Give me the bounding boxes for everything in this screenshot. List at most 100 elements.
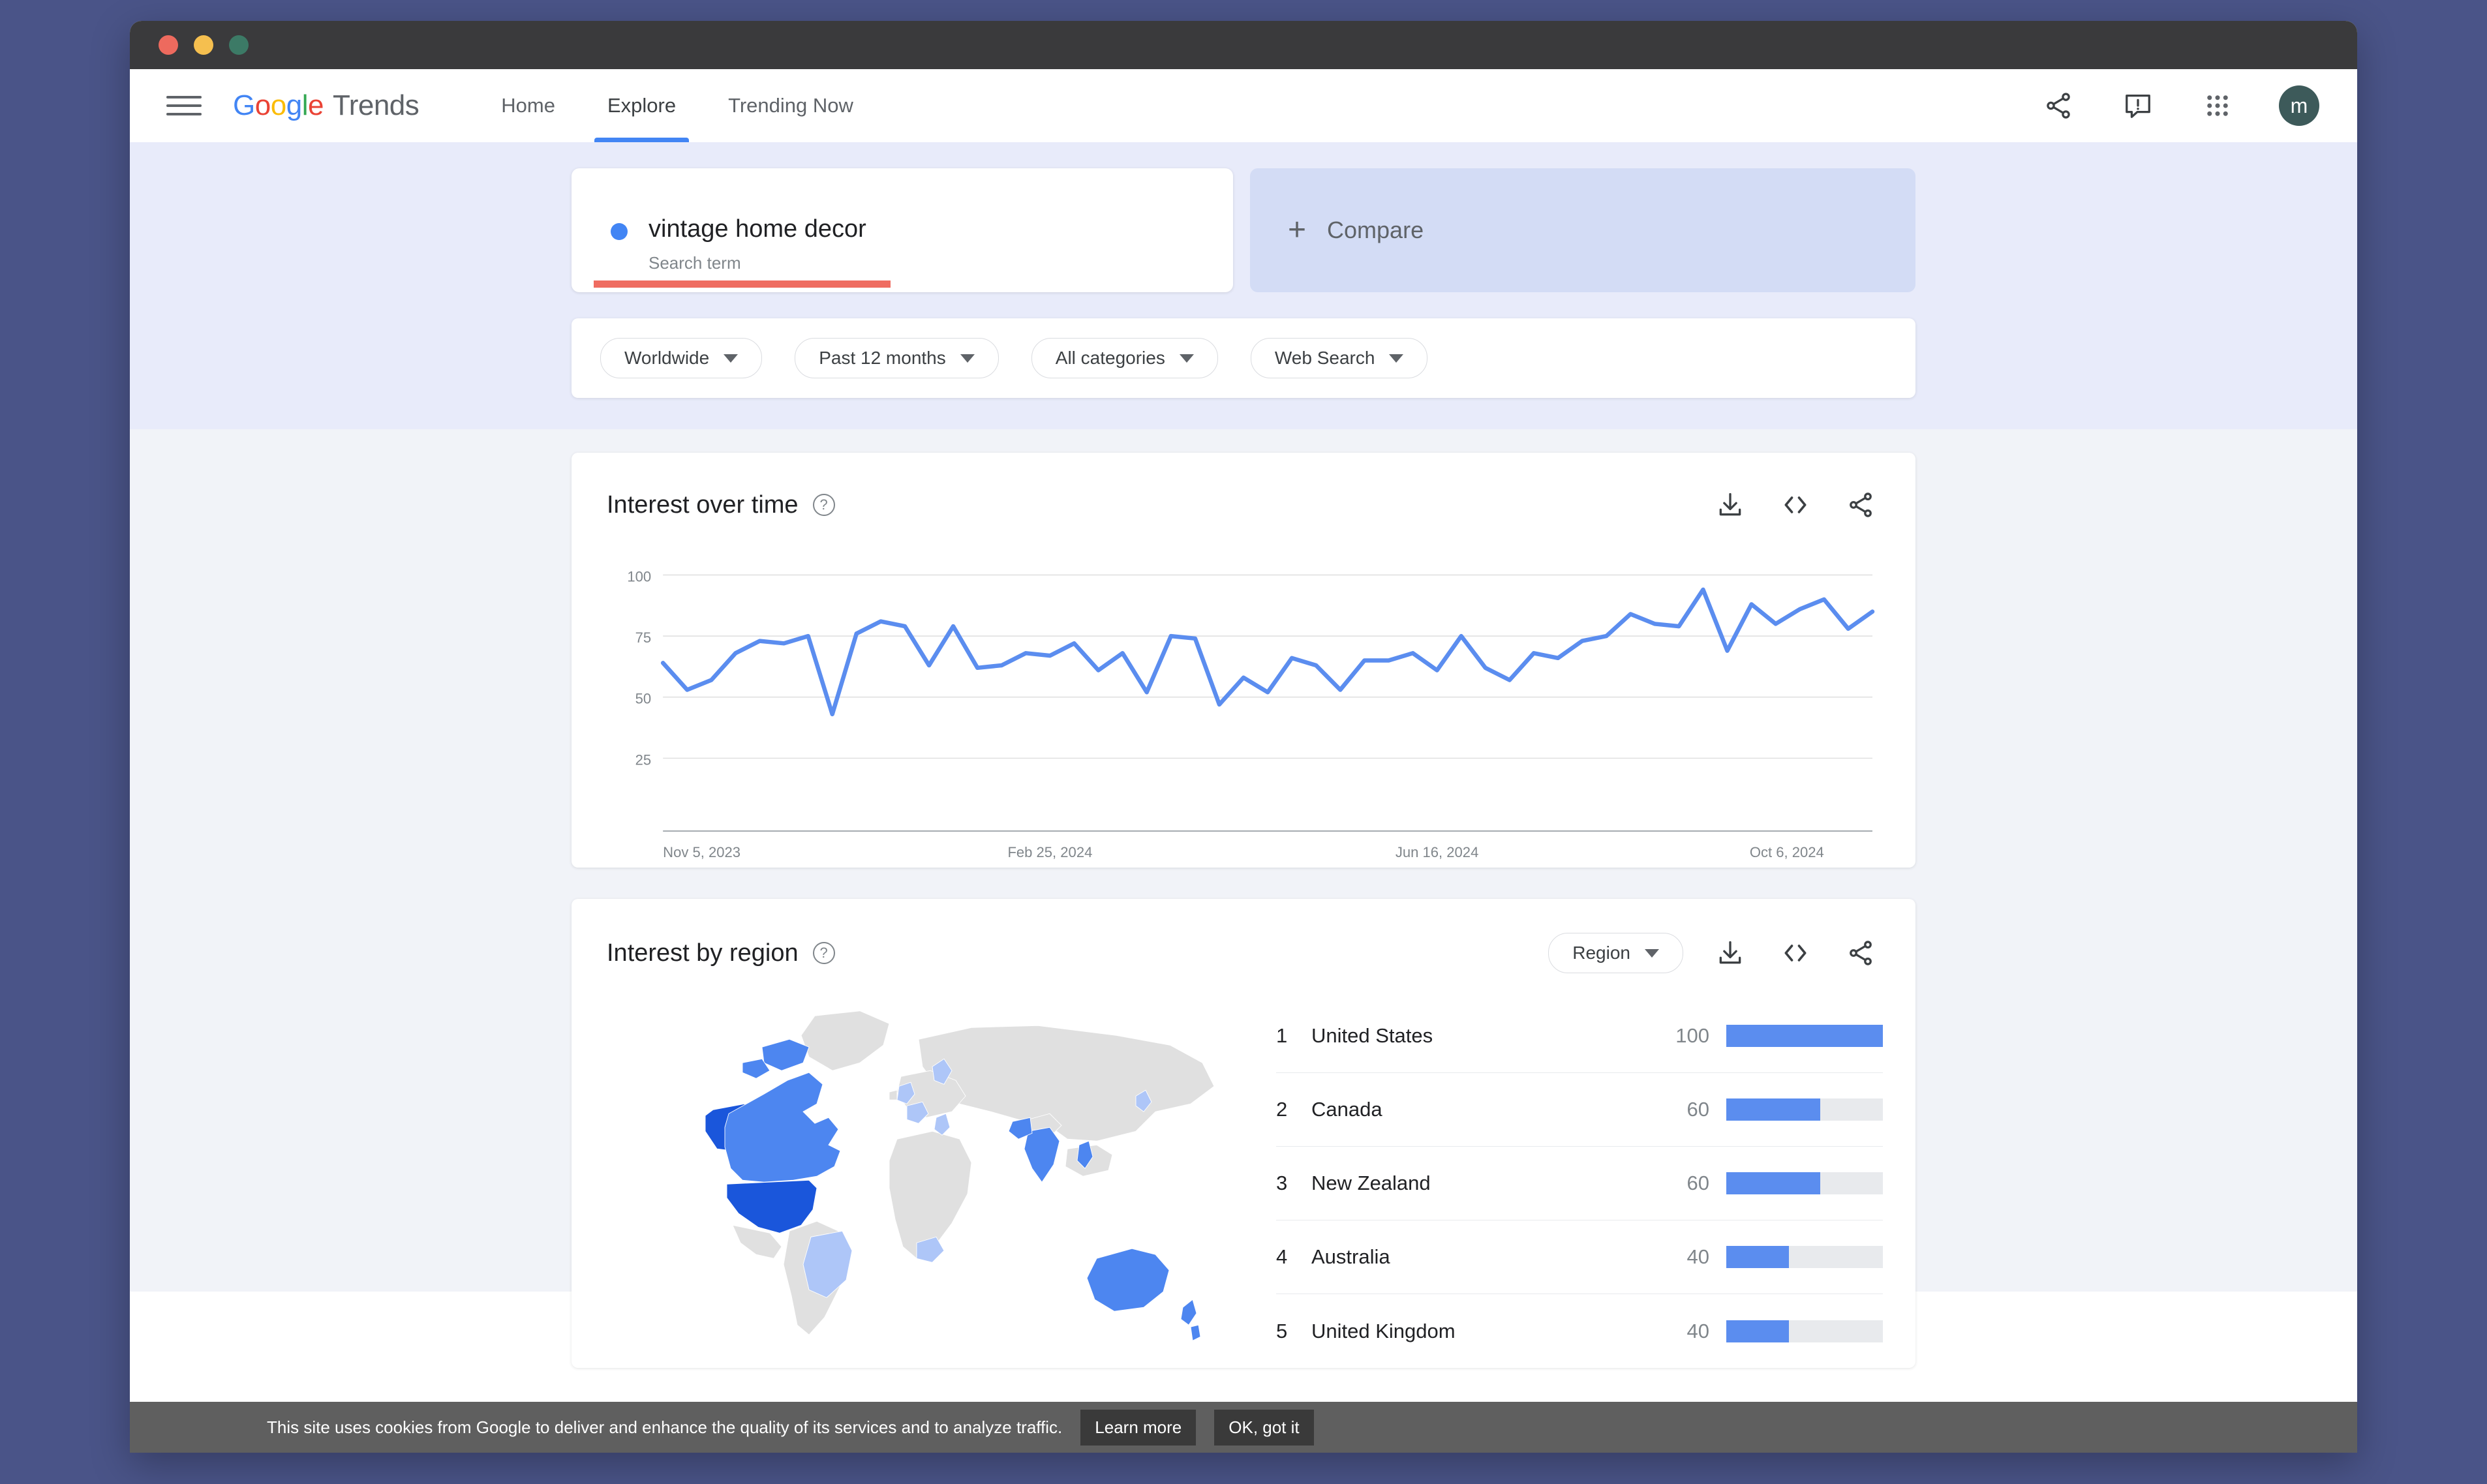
svg-text:25: 25 xyxy=(635,751,652,768)
chevron-down-icon xyxy=(960,354,975,363)
compare-label: Compare xyxy=(1327,217,1424,243)
table-row[interactable]: 3 New Zealand 60 xyxy=(1276,1147,1883,1220)
svg-text:50: 50 xyxy=(635,691,652,707)
interest-over-time-chart[interactable]: 25 50 75 100 Nov 5, 2023 Feb 25, 2024 Jun 16, … xyxy=(605,541,1879,868)
search-term-type: Search term xyxy=(648,253,741,273)
region-rank: 3 xyxy=(1276,1172,1288,1194)
region-bar xyxy=(1726,1172,1883,1194)
interest-by-region-actions: Region xyxy=(1548,933,1879,973)
search-term-value: vintage home decor xyxy=(648,215,866,243)
table-row[interactable]: 2 Canada 60 xyxy=(1276,1073,1883,1147)
add-comparison-button[interactable]: + Compare xyxy=(1250,168,1915,292)
interest-by-region-card: Interest by region ? Region 1 United Sta… xyxy=(572,899,1915,1368)
region-value: 100 xyxy=(1675,1024,1709,1047)
region-bar-fill xyxy=(1726,1172,1820,1194)
world-map-svg xyxy=(705,1010,1215,1341)
nav-item-explore[interactable]: Explore xyxy=(590,69,693,142)
learn-more-button[interactable]: Learn more xyxy=(1080,1409,1197,1446)
filter-category[interactable]: All categories xyxy=(1031,338,1218,378)
region-bar xyxy=(1726,1025,1883,1047)
logo-letter-o2: o xyxy=(270,89,286,121)
avatar[interactable]: m xyxy=(2279,85,2319,126)
logo-letter-o1: o xyxy=(254,89,271,121)
chevron-down-icon xyxy=(1645,948,1659,958)
table-row[interactable]: 5 United Kingdom 40 xyxy=(1276,1294,1883,1368)
window-titlebar xyxy=(130,21,2357,69)
download-icon[interactable] xyxy=(1712,935,1748,971)
logo-letter-g2: g xyxy=(286,89,302,121)
share-icon[interactable] xyxy=(2040,87,2077,124)
maximize-window-button[interactable] xyxy=(229,35,249,55)
region-bar-fill xyxy=(1726,1025,1883,1047)
cookie-banner: This site uses cookies from Google to de… xyxy=(130,1402,2357,1453)
page-title: Interest over time xyxy=(607,491,799,519)
svg-text:Feb 25, 2024: Feb 25, 2024 xyxy=(1007,844,1092,860)
hamburger-menu-icon[interactable] xyxy=(166,88,202,123)
ok-got-it-button[interactable]: OK, got it xyxy=(1214,1409,1314,1446)
query-band: vintage home decor Search term + Compare… xyxy=(130,142,2357,429)
region-value: 60 xyxy=(1686,1172,1709,1194)
share-icon[interactable] xyxy=(1842,487,1879,523)
interest-over-time-actions xyxy=(1712,487,1879,523)
logo-letter-g: G xyxy=(233,89,255,121)
svg-text:100: 100 xyxy=(627,568,651,584)
help-icon[interactable]: ? xyxy=(812,494,835,516)
section-title: Interest by region xyxy=(607,939,799,967)
filter-bar: Worldwide Past 12 months All categories … xyxy=(572,318,1915,398)
filter-search-type-label: Web Search xyxy=(1274,348,1375,368)
chevron-down-icon xyxy=(724,354,739,363)
region-name: Canada xyxy=(1311,1098,1382,1121)
region-bar xyxy=(1726,1246,1883,1268)
series-color-dot xyxy=(611,223,628,240)
svg-text:75: 75 xyxy=(635,629,652,646)
filter-location-label: Worldwide xyxy=(624,348,710,368)
region-bar-fill xyxy=(1726,1320,1789,1342)
svg-text:Jun 16, 2024: Jun 16, 2024 xyxy=(1396,844,1478,860)
feedback-icon[interactable] xyxy=(2120,87,2156,124)
line-chart-svg: 25 50 75 100 Nov 5, 2023 Feb 25, 2024 Jun 16, … xyxy=(627,568,1875,860)
region-name: New Zealand xyxy=(1311,1172,1431,1194)
chevron-down-icon xyxy=(1179,354,1194,363)
logo-letter-e: e xyxy=(307,89,324,121)
chevron-down-icon xyxy=(1389,354,1404,363)
region-value: 60 xyxy=(1686,1098,1709,1121)
region-selector[interactable]: Region xyxy=(1548,933,1683,973)
main-content: Interest over time ? 25 50 75 100 Nov 5,… xyxy=(130,429,2357,1368)
region-selector-label: Region xyxy=(1572,943,1630,963)
share-icon[interactable] xyxy=(1842,935,1879,971)
browser-window: Google Trends Home Explore Trending Now xyxy=(130,21,2357,1453)
interest-by-region-body: 1 United States 100 2 Canada 60 3 New Ze… xyxy=(572,973,1915,1368)
interest-over-time-header: Interest over time ? xyxy=(572,453,1915,523)
filter-category-label: All categories xyxy=(1055,348,1165,368)
close-window-button[interactable] xyxy=(159,35,178,55)
filter-time-range[interactable]: Past 12 months xyxy=(795,338,999,378)
search-term-card[interactable]: vintage home decor Search term xyxy=(572,168,1233,292)
nav-item-home[interactable]: Home xyxy=(484,69,572,142)
app-header: Google Trends Home Explore Trending Now xyxy=(130,69,2357,142)
filter-search-type[interactable]: Web Search xyxy=(1250,338,1428,378)
region-value: 40 xyxy=(1686,1319,1709,1342)
embed-code-icon[interactable] xyxy=(1777,935,1814,971)
download-icon[interactable] xyxy=(1712,487,1748,523)
table-row[interactable]: 1 United States 100 xyxy=(1276,999,1883,1073)
region-name: Australia xyxy=(1311,1245,1390,1268)
interest-over-time-card: Interest over time ? 25 50 75 100 Nov 5,… xyxy=(572,453,1915,868)
region-rank: 5 xyxy=(1276,1319,1288,1342)
product-name: Trends xyxy=(332,89,420,121)
svg-text:Oct 6, 2024: Oct 6, 2024 xyxy=(1750,844,1824,860)
apps-grid-icon[interactable] xyxy=(2199,87,2236,124)
world-map[interactable] xyxy=(598,993,1263,1358)
region-rank: 2 xyxy=(1276,1098,1288,1121)
embed-code-icon[interactable] xyxy=(1777,487,1814,523)
minimize-window-button[interactable] xyxy=(194,35,213,55)
table-row[interactable]: 4 Australia 40 xyxy=(1276,1220,1883,1294)
nav-item-trending-now[interactable]: Trending Now xyxy=(711,69,870,142)
logo-letter-l: l xyxy=(301,89,309,121)
desktop-background: Google Trends Home Explore Trending Now xyxy=(0,0,2487,1484)
help-icon[interactable]: ? xyxy=(812,942,835,964)
main-nav: Home Explore Trending Now xyxy=(484,69,889,142)
header-actions: m xyxy=(2040,85,2319,126)
region-rank: 1 xyxy=(1276,1024,1288,1047)
google-trends-logo[interactable]: Google Trends xyxy=(233,89,420,122)
filter-location[interactable]: Worldwide xyxy=(600,338,763,378)
